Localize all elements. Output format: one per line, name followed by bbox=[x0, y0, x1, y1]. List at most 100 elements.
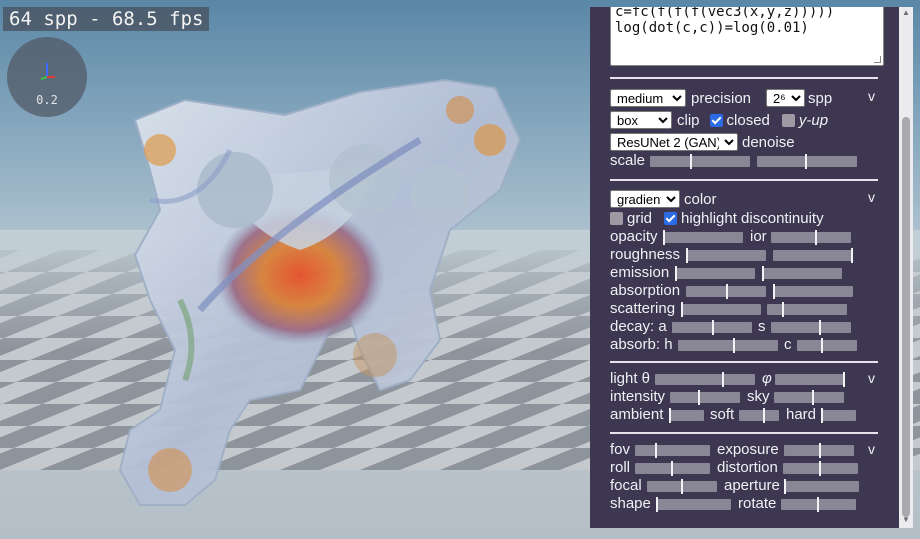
shape-slider[interactable] bbox=[656, 497, 731, 512]
slider-thumb[interactable] bbox=[726, 284, 728, 299]
closed-checkbox[interactable] bbox=[709, 113, 723, 127]
aperture-slider[interactable] bbox=[784, 479, 859, 494]
slider-thumb[interactable] bbox=[805, 154, 807, 169]
fov-slider[interactable] bbox=[635, 443, 710, 458]
slider-thumb[interactable] bbox=[819, 320, 821, 335]
color-select[interactable]: gradient bbox=[610, 190, 680, 208]
ambient-label: ambient bbox=[610, 406, 664, 423]
slider-thumb[interactable] bbox=[733, 338, 735, 353]
opacity-slider[interactable] bbox=[663, 230, 743, 245]
sky-slider[interactable] bbox=[774, 390, 844, 405]
roll-label: roll bbox=[610, 459, 631, 476]
clip-select[interactable]: box bbox=[610, 111, 672, 129]
slider-thumb[interactable] bbox=[671, 461, 673, 476]
color-row: gradient color bbox=[610, 190, 717, 208]
slider-thumb[interactable] bbox=[663, 230, 665, 245]
light-theta-slider[interactable] bbox=[655, 372, 755, 387]
scattering-slider-2[interactable] bbox=[767, 302, 847, 317]
slider-thumb[interactable] bbox=[821, 408, 823, 423]
absorb-c-slider[interactable] bbox=[797, 338, 857, 353]
light-phi-slider[interactable] bbox=[775, 372, 845, 387]
focal-slider[interactable] bbox=[647, 479, 717, 494]
fov-label: fov bbox=[610, 441, 631, 458]
slider-thumb[interactable] bbox=[722, 372, 724, 387]
slider-thumb[interactable] bbox=[690, 154, 692, 169]
grid-checkbox[interactable] bbox=[610, 211, 623, 225]
slider-thumb[interactable] bbox=[698, 390, 700, 405]
slider-thumb[interactable] bbox=[821, 338, 823, 353]
absorb-c-label: c bbox=[784, 336, 792, 353]
slider-thumb[interactable] bbox=[817, 497, 819, 512]
absorption-slider[interactable] bbox=[686, 284, 766, 299]
hard-slider[interactable] bbox=[821, 408, 856, 423]
slider-thumb[interactable] bbox=[819, 443, 821, 458]
exposure-slider[interactable] bbox=[784, 443, 854, 458]
denoise-select[interactable]: ResUNet 2 (GAN) bbox=[610, 133, 738, 151]
scroll-up-icon[interactable]: ▲ bbox=[902, 8, 910, 17]
slider-thumb[interactable] bbox=[669, 408, 671, 423]
slider-thumb[interactable] bbox=[784, 479, 786, 494]
resize-grip-icon[interactable] bbox=[874, 56, 881, 63]
focal-label: focal bbox=[610, 477, 642, 494]
slider-thumb[interactable] bbox=[819, 461, 821, 476]
absorb-h-label: absorb: h bbox=[610, 336, 673, 353]
absorption-slider-2[interactable] bbox=[773, 284, 853, 299]
emission-label: emission bbox=[610, 264, 670, 281]
ambient-slider[interactable] bbox=[669, 408, 704, 423]
rotate-slider[interactable] bbox=[781, 497, 856, 512]
quality-select[interactable]: medium bbox=[610, 89, 686, 107]
denoise-label: denoise bbox=[742, 133, 795, 151]
slider-thumb[interactable] bbox=[656, 497, 658, 512]
render-collapse-toggle[interactable]: v bbox=[868, 88, 875, 104]
camera-collapse-toggle[interactable]: v bbox=[868, 441, 875, 457]
scale-slider[interactable] bbox=[650, 154, 750, 169]
emission-slider-2[interactable] bbox=[762, 266, 842, 281]
soft-label: soft bbox=[710, 406, 735, 423]
intensity-label: intensity bbox=[610, 388, 666, 405]
highlight-label: highlight discontinuity bbox=[681, 209, 824, 227]
roughness-slider[interactable] bbox=[686, 248, 766, 263]
slider-thumb[interactable] bbox=[712, 320, 714, 335]
scrollbar-thumb[interactable] bbox=[902, 117, 910, 517]
slider-thumb[interactable] bbox=[851, 248, 853, 263]
slider-thumb[interactable] bbox=[655, 443, 657, 458]
ior-slider[interactable] bbox=[771, 230, 851, 245]
soft-slider[interactable] bbox=[739, 408, 779, 423]
slider-thumb[interactable] bbox=[763, 408, 765, 423]
roughness-slider-2[interactable] bbox=[773, 248, 853, 263]
decay-s-slider[interactable] bbox=[771, 320, 851, 335]
scale-slider-2[interactable] bbox=[757, 154, 857, 169]
slider-thumb[interactable] bbox=[782, 302, 784, 317]
section-divider bbox=[610, 179, 878, 181]
material-collapse-toggle[interactable]: v bbox=[868, 189, 875, 205]
distortion-slider[interactable] bbox=[783, 461, 858, 476]
slider-thumb[interactable] bbox=[675, 266, 677, 281]
equation-editor[interactable]: c=fc(f(f(f(vec3(x,y,z))))) log(dot(c,c))=… bbox=[610, 7, 884, 66]
gizmo-value: 0.2 bbox=[36, 93, 58, 107]
slider-thumb[interactable] bbox=[762, 266, 764, 281]
panel-scrollbar[interactable]: ▲ ▼ bbox=[899, 7, 913, 528]
slider-thumb[interactable] bbox=[773, 284, 775, 299]
slider-thumb[interactable] bbox=[681, 479, 683, 494]
y-up-checkbox[interactable] bbox=[781, 113, 795, 127]
slider-thumb[interactable] bbox=[681, 302, 683, 317]
control-panel: c=fc(f(f(f(vec3(x,y,z))))) log(dot(c,c))=… bbox=[590, 7, 913, 528]
distortion-label: distortion bbox=[717, 459, 778, 476]
slider-thumb[interactable] bbox=[843, 372, 845, 387]
absorb-h-slider[interactable] bbox=[678, 338, 778, 353]
precision-row: medium precision 2⁶ spp bbox=[610, 89, 832, 107]
scroll-down-icon[interactable]: ▼ bbox=[902, 515, 910, 524]
slider-thumb[interactable] bbox=[812, 390, 814, 405]
sky-label: sky bbox=[747, 388, 770, 405]
lighting-collapse-toggle[interactable]: v bbox=[868, 370, 875, 386]
intensity-slider[interactable] bbox=[670, 390, 740, 405]
roll-slider[interactable] bbox=[635, 461, 710, 476]
emission-slider[interactable] bbox=[675, 266, 755, 281]
spp-select[interactable]: 2⁶ bbox=[766, 89, 806, 107]
slider-thumb[interactable] bbox=[686, 248, 688, 263]
decay-a-slider[interactable] bbox=[672, 320, 752, 335]
axis-gizmo[interactable]: 0.2 bbox=[7, 37, 87, 117]
highlight-checkbox[interactable] bbox=[664, 211, 678, 225]
scattering-slider[interactable] bbox=[681, 302, 761, 317]
slider-thumb[interactable] bbox=[815, 230, 817, 245]
